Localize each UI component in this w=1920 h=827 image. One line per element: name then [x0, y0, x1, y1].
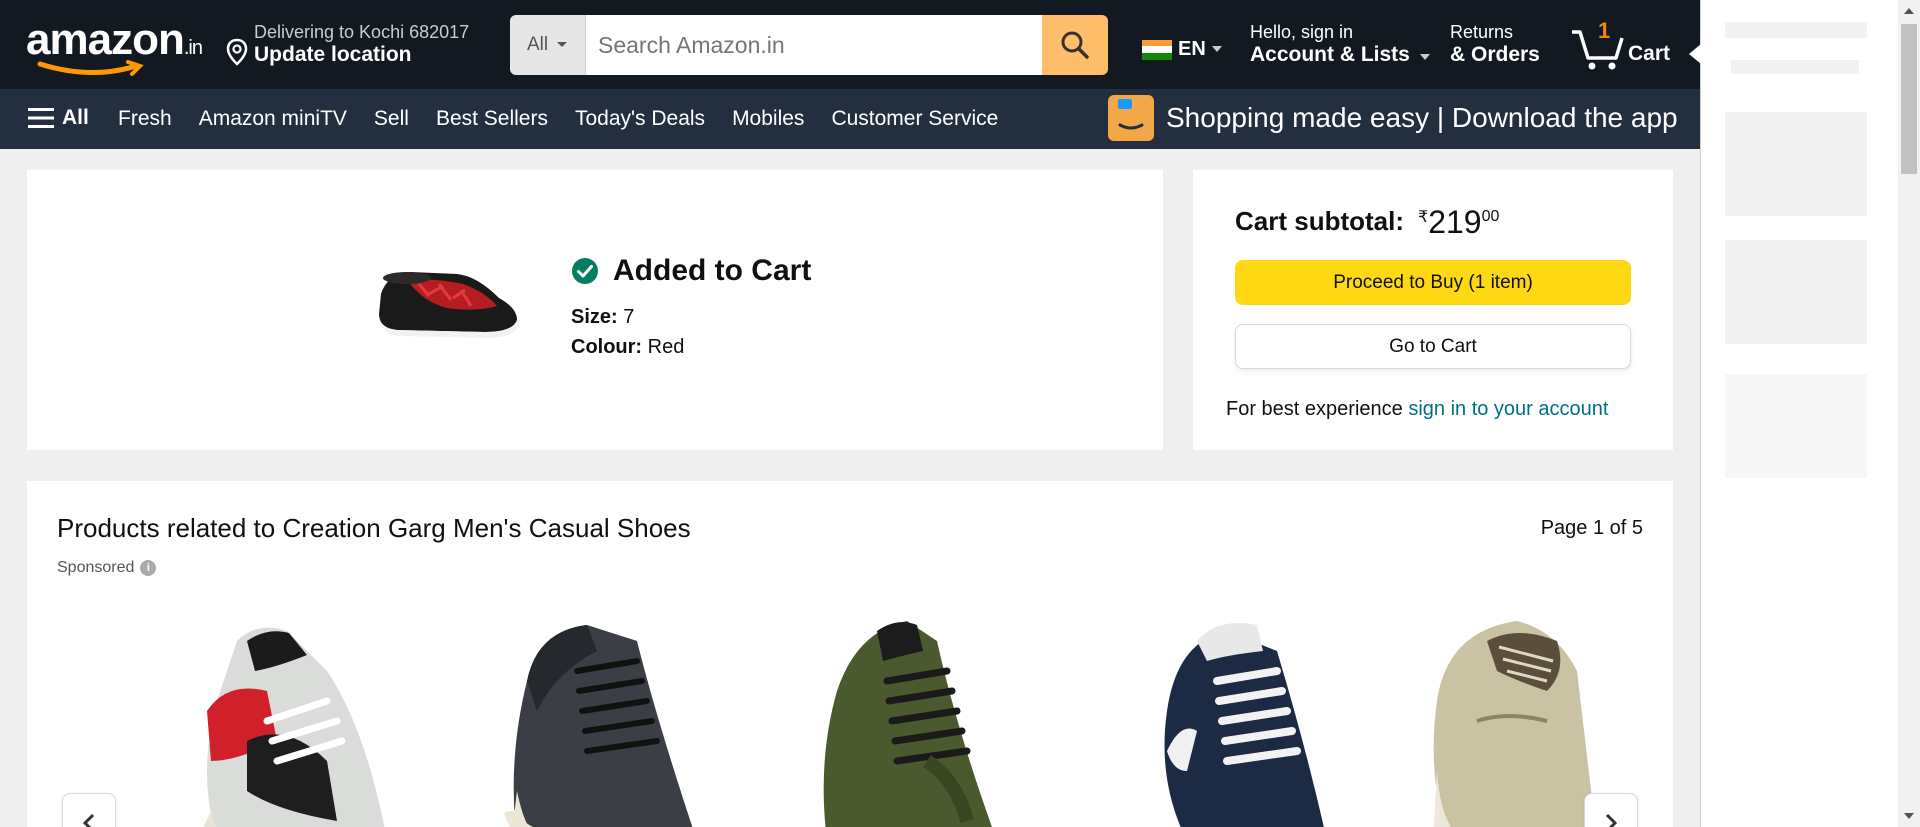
language-label: EN	[1178, 38, 1206, 60]
size-attribute: Size: 7	[571, 306, 634, 329]
related-products-card: Products related to Creation Garg Men's …	[27, 481, 1673, 827]
panel-pointer-icon	[1689, 44, 1701, 64]
cart-side-panel	[1689, 0, 1920, 827]
all-menu-label: All	[62, 106, 89, 129]
cart-button[interactable]: 1 Cart	[1570, 18, 1680, 74]
product-carousel	[27, 611, 1673, 827]
product-card-navy-sneaker[interactable]	[1127, 611, 1367, 827]
search-category-dropdown[interactable]: All	[510, 15, 586, 75]
caret-down-icon	[1211, 46, 1222, 52]
carousel-page-indicator: Page 1 of 5	[1540, 517, 1643, 539]
logo-text: amazon	[26, 15, 185, 64]
added-to-cart-heading: Added to Cart	[571, 254, 811, 288]
caret-down-icon	[557, 42, 568, 47]
skeleton-block	[1725, 112, 1867, 216]
search-input[interactable]	[586, 15, 1042, 75]
scroll-up-arrow-icon[interactable]	[1904, 8, 1914, 14]
product-thumbnail[interactable]	[367, 240, 527, 350]
skeleton-bar	[1731, 60, 1859, 74]
price-currency: ₹	[1418, 209, 1429, 226]
product-card-olive-high-top[interactable]	[797, 611, 1037, 827]
vertical-scrollbar[interactable]	[1898, 0, 1920, 827]
subtotal-label: Cart subtotal:	[1235, 206, 1404, 236]
carousel-prev-button[interactable]	[62, 793, 116, 827]
amazon-app-icon	[1108, 95, 1154, 141]
search-category-label: All	[526, 34, 549, 55]
search-button[interactable]	[1042, 15, 1108, 75]
cart-label: Cart	[1628, 42, 1671, 65]
returns-orders[interactable]: Returns & Orders	[1450, 22, 1540, 67]
returns-label: Returns	[1450, 22, 1514, 42]
hamburger-menu-icon	[28, 108, 54, 128]
india-flag-icon	[1142, 39, 1172, 60]
account-lists[interactable]: Hello, sign in Account & Lists	[1250, 22, 1430, 67]
sub-nav: All Fresh Amazon miniTV Sell Best Seller…	[0, 89, 1700, 149]
info-icon[interactable]: i	[140, 560, 157, 576]
search-bar: All	[510, 15, 1108, 75]
nav-link-todays-deals[interactable]: Today's Deals	[575, 107, 705, 131]
cart-subtotal: Cart subtotal: ₹ 219 00	[1235, 206, 1499, 238]
colour-attribute: Colour: Red	[571, 336, 684, 359]
logo-suffix: .in	[183, 37, 203, 59]
skeleton-block	[1725, 240, 1867, 344]
all-menu-button[interactable]: All	[28, 106, 89, 130]
colour-label: Colour:	[571, 336, 643, 358]
cart-subtotal-card: Cart subtotal: ₹ 219 00 Proceed to Buy (…	[1193, 170, 1673, 450]
account-lists-label: Account & Lists	[1250, 43, 1430, 67]
update-location: Update location	[254, 43, 412, 66]
smile-arrow-icon	[37, 60, 144, 76]
sponsored-text: Sponsored	[57, 559, 135, 576]
size-label: Size:	[571, 306, 618, 328]
product-card-black-high-top[interactable]	[487, 611, 727, 827]
signin-note-text: For best experience	[1226, 398, 1409, 420]
orders-label: & Orders	[1450, 43, 1540, 66]
nav-link-minitv[interactable]: Amazon miniTV	[199, 107, 347, 131]
price-fraction: 00	[1481, 208, 1500, 225]
scroll-down-arrow-icon[interactable]	[1904, 813, 1914, 819]
added-to-cart-card: Added to Cart Size: 7 Colour: Red	[27, 170, 1163, 450]
skeleton-bar	[1725, 22, 1867, 38]
nav-link-mobiles[interactable]: Mobiles	[732, 107, 804, 131]
size-value: 7	[623, 306, 635, 328]
caret-down-icon	[1419, 54, 1430, 60]
go-to-cart-button[interactable]: Go to Cart	[1235, 324, 1631, 369]
nav-link-fresh[interactable]: Fresh	[118, 107, 172, 131]
signin-note: For best experience sign in to your acco…	[1226, 398, 1608, 421]
top-nav: amazon.in Delivering to Kochi 682017 Upd…	[0, 0, 1700, 89]
proceed-to-buy-button[interactable]: Proceed to Buy (1 item)	[1235, 260, 1631, 305]
subtotal-price: ₹ 219 00	[1418, 206, 1499, 238]
signin-link[interactable]: sign in to your account	[1408, 398, 1608, 420]
nav-link-customer-service[interactable]: Customer Service	[831, 107, 998, 131]
promo-text: Shopping made easy | Download the app	[1166, 102, 1678, 133]
location-pin-icon	[226, 38, 248, 66]
sponsored-label: Sponsored i	[57, 559, 157, 577]
nav-link-best-sellers[interactable]: Best Sellers	[436, 107, 548, 131]
price-whole: 219	[1428, 204, 1482, 240]
related-products-title: Products related to Creation Garg Men's …	[57, 513, 691, 543]
nav-links: Fresh Amazon miniTV Sell Best Sellers To…	[118, 107, 998, 131]
added-title-text: Added to Cart	[613, 254, 812, 287]
scroll-thumb[interactable]	[1901, 24, 1917, 174]
language-selector[interactable]: EN	[1142, 38, 1222, 61]
nav-link-sell[interactable]: Sell	[374, 107, 409, 131]
chevron-left-icon	[82, 813, 95, 827]
colour-value: Red	[647, 336, 685, 358]
delivery-location[interactable]: Delivering to Kochi 682017 Update locati…	[226, 20, 486, 70]
page: amazon.in Delivering to Kochi 682017 Upd…	[0, 0, 1700, 827]
amazon-logo[interactable]: amazon.in	[26, 15, 203, 76]
carousel-next-button[interactable]	[1584, 793, 1638, 827]
product-card-white-red-sneaker[interactable]	[177, 611, 417, 827]
search-icon	[1061, 31, 1089, 59]
account-label-text: Account & Lists	[1250, 43, 1410, 66]
account-greeting: Hello, sign in	[1250, 22, 1354, 42]
location-line1: Delivering to Kochi 682017	[254, 22, 470, 42]
cart-count: 1	[1598, 18, 1611, 43]
check-circle-icon	[572, 258, 598, 284]
skeleton-block	[1725, 374, 1867, 478]
app-download-promo[interactable]: Shopping made easy | Download the app	[1108, 95, 1678, 141]
chevron-right-icon	[1605, 813, 1618, 827]
